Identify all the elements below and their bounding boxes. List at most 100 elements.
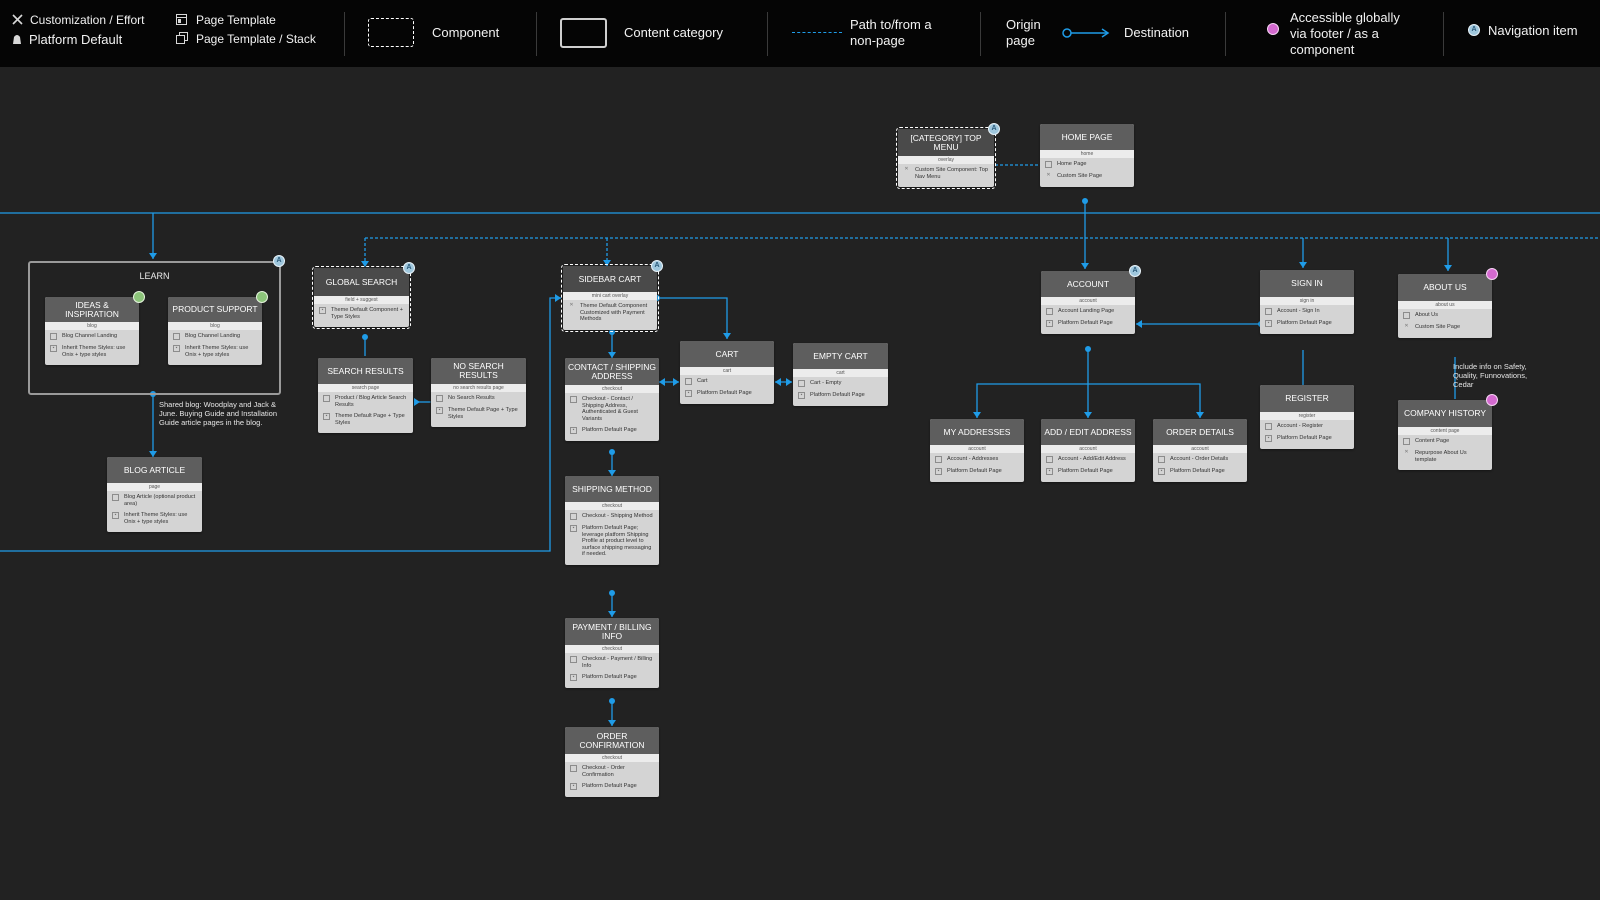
platform-default-icon: ▪ [935,468,942,475]
node-my-addresses[interactable]: MY ADDRESSES account Account - Addresses ▪ P… [930,419,1024,482]
home-title: HOME PAGE [1040,124,1134,150]
register-title: REGISTER [1260,385,1354,412]
node-register[interactable]: REGISTER register Account - Register ▪ Platf… [1260,385,1354,449]
account-title: ACCOUNT [1041,271,1135,297]
customization-icon: ✕ [1404,449,1409,455]
account-row: Account Landing Page [1041,305,1135,317]
cart-row: Cart [680,375,774,387]
node-payment[interactable]: PAYMENT / BILLING INFO checkout Checkout -… [565,618,659,688]
about-title: ABOUT US [1398,274,1492,301]
blog-category-icon [133,291,145,303]
customization-icon: ✕ [1404,323,1409,329]
sign-in-type: sign in [1260,297,1354,305]
node-empty-cart[interactable]: EMPTY CART cart Cart - Empty ▪ Platform Defa… [793,343,888,406]
shipping-method-row: Checkout - Shipping Method [565,510,659,522]
add-edit-title: ADD / EDIT ADDRESS [1041,419,1135,445]
empty-cart-row-text: Cart - Empty [810,380,842,386]
learn-category-label: LEARN [139,271,170,281]
my-addresses-row-text: Platform Default Page [947,468,1002,474]
payment-row-text: Platform Default Page [582,674,637,680]
node-global-search[interactable]: GLOBAL SEARCH field + suggest ▪ Theme Defau… [312,266,411,329]
node-account[interactable]: ACCOUNT account Account Landing Page ▪ Platf… [1041,271,1135,334]
page-template-icon [798,380,805,387]
node-about[interactable]: ABOUT US about us About Us ✕ Custom Site Pag… [1398,274,1492,338]
page-template-icon [173,333,180,340]
order-details-row: Account - Order Details [1153,453,1247,465]
page-template-icon [1045,161,1052,168]
page-template-icon [1046,456,1053,463]
globe-icon [1486,394,1498,406]
node-blog-article[interactable]: BLOG ARTICLE page Blog Article (optional p… [107,457,202,532]
order-conf-title: ORDER CONFIRMATION [565,727,659,754]
shipping-method-row-text: Checkout - Shipping Method [582,513,653,519]
empty-cart-type: cart [793,369,888,377]
node-order-conf[interactable]: ORDER CONFIRMATION checkout Checkout - Ord… [565,727,659,797]
node-order-details[interactable]: ORDER DETAILS account Account - Order Deta… [1153,419,1247,482]
order-details-title: ORDER DETAILS [1153,419,1247,445]
sitemap-canvas: LEARN A [CATEGORY] TOP MENU overlay ✕ Custo… [0,67,1600,900]
account-type: account [1041,297,1135,305]
legend-origin-line2: page [1006,33,1035,48]
platform-default-icon: ▪ [570,783,577,790]
legend-global-line1: Accessible globally [1290,10,1400,25]
sign-in-row-text: Platform Default Page [1277,320,1332,326]
globe-icon [1267,23,1279,35]
legend-origin-line1: Origin [1006,17,1041,32]
blog-note: Shared blog: Woodplay and Jack & June. B… [159,400,277,427]
platform-default-icon: ▪ [1046,468,1053,475]
node-ideas[interactable]: IDEAS & INSPIRATION blog Blog Channel Land… [45,297,139,365]
page-template-icon [323,395,330,402]
support-row: ▪ Inherit Theme Styles: use Onix + type s… [168,342,262,360]
node-no-search[interactable]: NO SEARCH RESULTS no search results page N… [431,358,526,427]
ideas-title: IDEAS & INSPIRATION [45,297,139,322]
global-search-type: field + suggest [314,296,409,304]
account-row-text: Platform Default Page [1058,320,1113,326]
legend-page-template: Page Template [196,13,276,27]
contact-row: ▪ Platform Default Page [565,424,659,436]
sign-in-row: Account - Sign In [1260,305,1354,317]
legend-global-line2: via footer / as a [1290,26,1379,41]
company-history-row-text: Repurpose About Us template [1415,450,1467,463]
sign-in-title: SIGN IN [1260,270,1354,297]
register-row: ▪ Platform Default Page [1260,432,1354,444]
platform-default-icon: ▪ [436,407,443,414]
node-support[interactable]: PRODUCT SUPPORT blog Blog Channel Landing ▪… [168,297,262,365]
contact-type: checkout [565,385,659,393]
add-edit-row-text: Platform Default Page [1058,468,1113,474]
node-shipping-method[interactable]: SHIPPING METHOD checkout Checkout - Shippi… [565,476,659,565]
node-add-edit[interactable]: ADD / EDIT ADDRESS account Account - Add/E… [1041,419,1135,482]
legend-nav-item: Navigation item [1488,23,1578,38]
platform-default-icon: ▪ [112,512,119,519]
platform-default-icon: ▪ [1265,320,1272,327]
node-top-menu[interactable]: [CATEGORY] TOP MENU overlay ✕ Custom Site C… [896,127,996,189]
order-conf-type: checkout [565,754,659,762]
about-note: Include info on Safety, Quality, Funnova… [1453,362,1528,389]
node-home[interactable]: HOME PAGE home Home Page ✕ Custom Site Page [1040,124,1134,187]
my-addresses-type: account [930,445,1024,453]
node-sidebar-cart[interactable]: SIDEBAR CART mini cart overlay ✕ Theme Defa… [561,264,659,332]
home-type: home [1040,150,1134,158]
node-contact[interactable]: CONTACT / SHIPPING ADDRESS checkout Checko… [565,358,659,441]
node-cart[interactable]: CART cart Cart ▪ Platform Default Page [680,341,774,404]
order-details-row-text: Account - Order Details [1170,456,1229,462]
company-history-row: Content Page [1398,435,1492,447]
node-search-results[interactable]: SEARCH RESULTS search page Product / Blog … [318,358,413,433]
company-history-type: content page [1398,427,1492,435]
legend-page-template-stack: Page Template / Stack [196,32,316,46]
home-row: Home Page [1040,158,1134,170]
about-row-text: About Us [1415,312,1439,318]
ideas-row: ▪ Inherit Theme Styles: use Onix + type s… [45,342,139,360]
platform-default-icon: ▪ [1046,320,1053,327]
order-conf-row-text: Platform Default Page [582,783,637,789]
platform-default-icon: ▪ [173,345,180,352]
page-template-stack-icon [176,32,188,44]
node-sign-in[interactable]: SIGN IN sign in Account - Sign In ▪ Platform… [1260,270,1354,334]
payment-row: Checkout - Payment / Billing Info [565,653,659,671]
blog-category-icon [256,291,268,303]
page-template-icon [570,656,577,663]
node-company-history[interactable]: COMPANY HISTORY content page Content Page ✕… [1398,400,1492,470]
search-results-title: SEARCH RESULTS [318,358,413,384]
sidebar-cart-row-text: Theme Default Component Customized with … [580,303,648,322]
ideas-type: blog [45,322,139,330]
empty-cart-title: EMPTY CART [793,343,888,369]
